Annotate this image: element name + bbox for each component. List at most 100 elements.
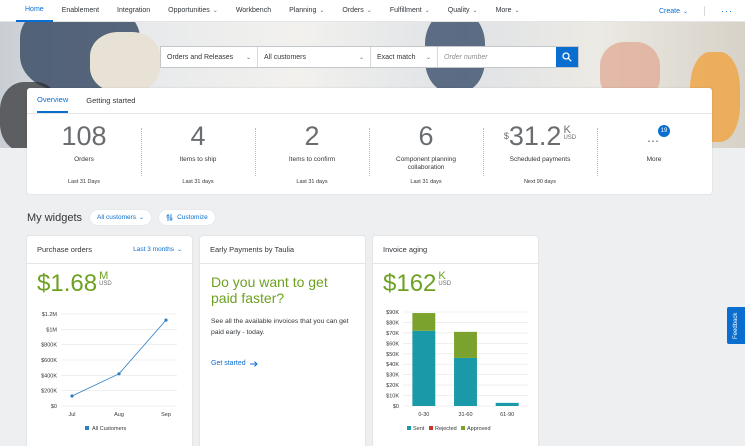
chevron-down-icon: ⌄ xyxy=(245,54,251,61)
customize-button[interactable]: Customize xyxy=(159,210,215,225)
subunit-label: USD xyxy=(99,281,112,287)
nav-items: Home Enablement Integration Opportunities ⌄ W… xyxy=(0,0,529,22)
early-payments-body: See all the available invoices that you … xyxy=(211,318,349,336)
bar-sent[interactable] xyxy=(412,330,436,406)
order-search-bar: Orders and Releases ⌄ All customers ⌄ Ex… xyxy=(160,46,579,68)
widgets-header: My widgets All customers ⌄ Customize xyxy=(27,210,215,225)
widget-header: Purchase orders Last 3 months ⌄ xyxy=(27,236,192,264)
nav-item-opportunities[interactable]: Opportunities ⌄ xyxy=(159,0,227,22)
scope-value: Orders and Releases xyxy=(167,53,234,61)
data-point[interactable] xyxy=(164,318,168,322)
kpi-value: 2 xyxy=(304,121,320,151)
x-tick-label: Sep xyxy=(161,412,171,418)
kpi-scheduled-payments[interactable]: $31.2 K USD Scheduled payments Next 90 day… xyxy=(483,114,597,194)
nav-item-planning[interactable]: Planning ⌄ xyxy=(280,0,333,22)
nav-divider xyxy=(704,6,705,16)
create-label: Create xyxy=(658,7,680,15)
customize-label: Customize xyxy=(177,214,208,221)
chevron-down-icon: ⌄ xyxy=(682,8,688,15)
x-tick-label: Aug xyxy=(114,412,124,418)
y-tick-label: $70K xyxy=(386,331,399,337)
y-tick-label: $90K xyxy=(386,310,399,316)
customer-select[interactable]: All customers ⌄ xyxy=(258,47,371,67)
filter-label: All customers xyxy=(97,214,137,221)
nav-item-quality[interactable]: Quality ⌄ xyxy=(439,0,487,22)
y-tick-label: $50K xyxy=(386,352,399,358)
early-payments-content: Do you want to get paid faster? See all … xyxy=(200,264,365,367)
kpi-orders[interactable]: 108 Orders Last 31 Days xyxy=(27,114,141,194)
search-button[interactable] xyxy=(556,47,578,67)
nav-item-more[interactable]: More ⌄ xyxy=(487,0,529,22)
nav-item-home[interactable]: Home xyxy=(16,0,53,22)
chevron-down-icon: ⌄ xyxy=(319,8,325,14)
nav-item-label: Orders xyxy=(342,7,364,14)
get-started-link[interactable]: Get started xyxy=(211,360,354,367)
kpi-title: Scheduled payments xyxy=(509,156,571,163)
customer-filter-button[interactable]: All customers ⌄ xyxy=(90,210,152,225)
total-value: $162 xyxy=(383,270,437,297)
invoice-total: $162 K USD xyxy=(373,264,538,298)
scope-select[interactable]: Orders and Releases ⌄ xyxy=(161,47,258,67)
nav-item-orders[interactable]: Orders ⌄ xyxy=(333,0,380,22)
nav-item-fulfillment[interactable]: Fulfillment ⌄ xyxy=(381,0,439,22)
unit-label: K xyxy=(563,124,571,136)
nav-item-label: Home xyxy=(25,6,44,13)
x-tick-label: 31-60 xyxy=(458,412,472,418)
kpi-items-to-ship[interactable]: 4 Items to ship Last 31 days xyxy=(141,114,255,194)
widget-title: Early Payments by Taulia xyxy=(210,245,295,254)
y-tick-label: $600K xyxy=(41,358,57,364)
bar-approved[interactable] xyxy=(412,313,436,331)
nav-item-integration[interactable]: Integration xyxy=(108,0,159,22)
kpi-more[interactable]: ⋯ 19 More xyxy=(597,114,711,194)
widget-title: Purchase orders xyxy=(37,245,93,254)
chevron-down-icon: ⌄ xyxy=(514,8,520,14)
y-tick-label: $200K xyxy=(41,389,57,395)
overview-tabs: Overview Getting started xyxy=(27,88,712,114)
hero-person-shape xyxy=(90,32,160,92)
purchase-total: $1.68 M USD xyxy=(27,264,192,298)
tab-overview[interactable]: Overview xyxy=(37,88,69,113)
sliders-icon xyxy=(166,214,173,221)
kpi-footer: Next 90 days xyxy=(523,179,557,185)
widgets-title: My widgets xyxy=(27,211,83,224)
data-point[interactable] xyxy=(117,372,121,376)
chevron-down-icon: ⌄ xyxy=(139,215,145,221)
bar-sent[interactable] xyxy=(454,357,477,406)
unit-label: M xyxy=(99,270,109,282)
top-navigation: Home Enablement Integration Opportunities ⌄ W… xyxy=(0,0,745,22)
data-point[interactable] xyxy=(70,394,74,398)
tab-getting-started[interactable]: Getting started xyxy=(86,88,135,113)
series-line xyxy=(71,319,167,397)
chevron-down-icon: ⌄ xyxy=(358,54,364,61)
range-label: Last 3 months xyxy=(133,246,174,253)
chevron-down-icon: ⌄ xyxy=(425,54,431,61)
widget-header: Early Payments by Taulia xyxy=(200,236,365,264)
y-tick-label: $1M xyxy=(46,327,57,333)
order-number-input[interactable]: Order number xyxy=(438,47,556,67)
early-payments-headline: Do you want to get paid faster? xyxy=(211,274,328,306)
match-select[interactable]: Exact match ⌄ xyxy=(371,47,438,67)
create-menu[interactable]: Create ⌄ xyxy=(659,8,688,15)
feedback-button[interactable]: Feedback xyxy=(727,307,745,344)
kpi-items-to-confirm[interactable]: 2 Items to confirm Last 31 days xyxy=(255,114,369,194)
order-number-placeholder: Order number xyxy=(444,53,488,61)
kpi-row: 108 Orders Last 31 Days 4 Items to ship … xyxy=(27,114,712,194)
legend-swatch xyxy=(407,426,411,430)
nav-item-label: Opportunities xyxy=(168,7,210,14)
kpi-footer: Last 31 days xyxy=(182,179,214,185)
search-icon xyxy=(562,52,572,62)
match-value: Exact match xyxy=(377,53,416,61)
x-tick-label: 0-30 xyxy=(418,412,429,418)
legend-label: Approved xyxy=(467,426,491,432)
more-dots-icon: ⋯ xyxy=(647,134,659,148)
y-tick-label: $800K xyxy=(41,343,57,349)
legend-label: Rejected xyxy=(435,426,457,432)
kpi-unit: K USD xyxy=(563,120,576,142)
kpi-component-planning[interactable]: 6 Component planning collaboration Last … xyxy=(369,114,483,194)
bar-approved[interactable] xyxy=(454,331,477,358)
more-dots-icon[interactable]: ··· xyxy=(721,6,733,16)
bar-sent[interactable] xyxy=(495,402,519,406)
nav-item-enablement[interactable]: Enablement xyxy=(53,0,108,22)
range-select[interactable]: Last 3 months ⌄ xyxy=(133,246,182,253)
nav-item-workbench[interactable]: Workbench xyxy=(227,0,280,22)
